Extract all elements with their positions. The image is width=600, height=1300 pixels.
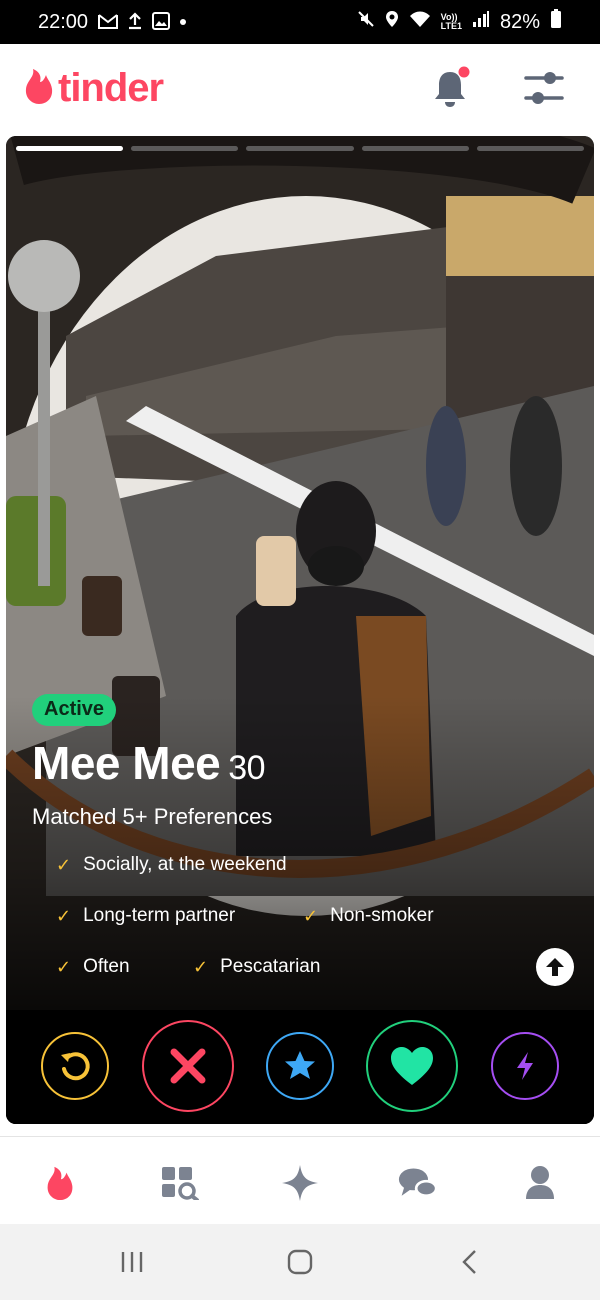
sliders-icon [524, 72, 564, 104]
upload-icon [128, 11, 142, 33]
tag-item: ✓ Non-smoker [303, 905, 434, 926]
volte-icon: Vo)) LTE1 [440, 12, 462, 31]
action-buttons [6, 1010, 594, 1124]
active-badge: Active [32, 694, 117, 726]
back-icon [462, 1250, 476, 1274]
lightning-icon [517, 1052, 533, 1080]
heart-icon [391, 1047, 433, 1085]
close-icon [170, 1048, 206, 1084]
home-icon [287, 1249, 313, 1275]
gmail-icon [98, 13, 119, 32]
profile-name: Mee Mee 30 [32, 737, 266, 789]
boost-button[interactable] [491, 1032, 559, 1100]
nope-button[interactable] [142, 1020, 234, 1112]
logo-text: tinder [58, 66, 164, 110]
recents-icon [121, 1252, 143, 1272]
tab-profile[interactable] [520, 1163, 560, 1203]
rewind-button[interactable] [41, 1032, 109, 1100]
battery-icon [550, 9, 562, 35]
photo-progress-segment [476, 146, 585, 151]
tab-chat[interactable] [398, 1163, 438, 1203]
profile-card[interactable]: Active Mee Mee 30 Matched 5+ Preferences … [6, 136, 594, 1124]
status-bar: 22:00 Vo)) LTE1 82% [0, 0, 600, 44]
status-time: 22:00 [38, 10, 89, 33]
check-icon: ✓ [193, 956, 209, 977]
chat-icon [398, 1168, 438, 1198]
check-icon: ✓ [56, 905, 72, 926]
matched-preferences: Matched 5+ Preferences [32, 804, 273, 829]
star-icon [285, 1051, 315, 1079]
check-icon: ✓ [56, 956, 72, 977]
filter-settings-button[interactable] [522, 68, 566, 108]
mute-icon [357, 10, 375, 34]
back-button[interactable] [456, 1248, 484, 1281]
explore-icon [162, 1167, 199, 1200]
photo-progress-segment [361, 146, 469, 151]
tab-explore[interactable] [160, 1163, 200, 1203]
arrow-up-icon [546, 958, 564, 976]
tag-item: ✓ Pescatarian [193, 956, 321, 977]
tag-item: ✓ Long-term partner [56, 905, 236, 926]
profile-age: 30 [228, 749, 266, 787]
tag-item: ✓ Often [56, 956, 130, 977]
photo-progress [16, 146, 585, 151]
photo-progress-segment [246, 146, 354, 151]
check-icon: ✓ [303, 905, 319, 926]
tab-home[interactable] [40, 1163, 80, 1203]
dot-icon [180, 19, 187, 25]
photo-progress-segment [16, 146, 124, 151]
check-icon: ✓ [56, 854, 72, 875]
tab-sparkle[interactable] [280, 1163, 320, 1203]
signal-icon [472, 10, 490, 34]
bottom-nav [0, 1136, 600, 1224]
flame-icon [47, 1166, 73, 1201]
photo-progress-segment [131, 146, 239, 151]
profile-icon [526, 1166, 554, 1199]
super-like-button[interactable] [266, 1032, 334, 1100]
battery-text: 82% [499, 10, 540, 33]
home-button[interactable] [286, 1248, 314, 1281]
like-button[interactable] [366, 1020, 458, 1112]
tag-item: ✓ Socially, at the weekend [56, 854, 287, 875]
rewind-icon [61, 1052, 90, 1081]
gallery-icon [152, 11, 171, 33]
location-icon [385, 10, 399, 34]
notifications-button[interactable] [430, 66, 470, 110]
sparkle-icon [282, 1165, 318, 1201]
wifi-icon [409, 10, 431, 34]
recent-apps-button[interactable] [118, 1248, 146, 1281]
bell-icon [435, 66, 470, 107]
top-bar: tinder [0, 44, 600, 136]
expand-profile-button[interactable] [536, 948, 574, 986]
tinder-logo[interactable]: tinder [24, 66, 164, 111]
system-nav-bar [0, 1224, 600, 1300]
notification-dot [458, 66, 470, 78]
flame-icon [24, 67, 54, 110]
